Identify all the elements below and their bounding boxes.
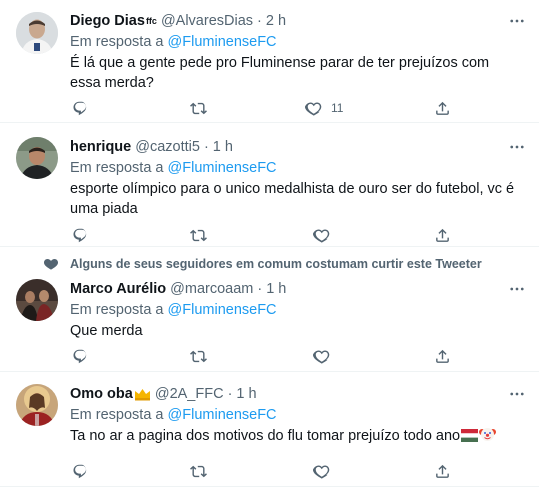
- author-name[interactable]: Diego Dias: [70, 13, 145, 29]
- retweet-button[interactable]: [190, 98, 207, 118]
- tweet-header: Marco Aurélio @marcoaam · 1 h: [70, 279, 523, 299]
- separator: ·: [257, 13, 262, 29]
- reply-context: Em resposta a @FluminenseFC: [70, 32, 523, 52]
- like-button[interactable]: 11: [305, 98, 343, 118]
- reply-prefix: Em resposta a: [70, 34, 164, 50]
- mention-link[interactable]: @FluminenseFC: [168, 160, 277, 176]
- separator: ·: [203, 139, 209, 155]
- name-badge: ffc: [145, 16, 157, 26]
- share-button[interactable]: [434, 461, 451, 481]
- more-horizontal-icon[interactable]: [507, 384, 527, 404]
- author-handle[interactable]: @marcoaam: [170, 281, 253, 297]
- reply-icon: [72, 348, 89, 365]
- timestamp[interactable]: 1 h: [213, 139, 233, 155]
- avatar[interactable]: [16, 384, 58, 426]
- author-handle[interactable]: @AlvaresDias: [161, 13, 253, 29]
- tweet-header: Diego Dias ffc @AlvaresDias · 2 h: [70, 11, 523, 31]
- reply-button[interactable]: [72, 225, 89, 245]
- share-icon: [434, 227, 451, 244]
- action-bar: [70, 461, 450, 481]
- like-button[interactable]: [313, 225, 330, 245]
- action-bar: [70, 225, 450, 245]
- tweet-text: É lá que a gente pede pro Fluminense par…: [70, 55, 490, 91]
- reply-button[interactable]: [72, 461, 89, 481]
- like-count: 11: [331, 101, 344, 115]
- reply-context: Em resposta a @FluminenseFC: [70, 300, 523, 320]
- reply-icon: [72, 100, 89, 117]
- reply-prefix: Em resposta a: [70, 160, 164, 176]
- retweet-icon: [190, 463, 207, 480]
- flag-hungary-icon: [461, 429, 479, 442]
- author-name[interactable]: henrique: [70, 139, 131, 155]
- timestamp[interactable]: 1 h: [236, 386, 256, 402]
- author-handle[interactable]: @cazotti5: [135, 139, 200, 155]
- tweet[interactable]: Omo oba @2A_FFC · 1 h Em resposta a @Flu…: [0, 372, 539, 487]
- share-button[interactable]: [434, 225, 451, 245]
- social-context: Alguns de seus seguidores em comum costu…: [44, 257, 482, 271]
- mention-link[interactable]: @FluminenseFC: [168, 34, 277, 50]
- tweet[interactable]: Diego Dias ffc @AlvaresDias · 2 h Em res…: [0, 0, 539, 123]
- share-icon: [434, 100, 451, 117]
- more-horizontal-icon[interactable]: [507, 11, 527, 31]
- tweet-text: Que merda: [70, 323, 143, 339]
- tweet-text: Ta no ar a pagina dos motivos do flu tom…: [70, 428, 461, 444]
- author-name[interactable]: Omo oba: [70, 386, 133, 402]
- heart-filled-icon: [44, 258, 58, 270]
- avatar[interactable]: [16, 279, 58, 321]
- tweet-text-row: Ta no ar a pagina dos motivos do flu tom…: [70, 426, 523, 446]
- mention-link[interactable]: @FluminenseFC: [168, 302, 277, 318]
- retweet-icon: [190, 100, 207, 117]
- tweet[interactable]: henrique @cazotti5 · 1 h Em resposta a @…: [0, 123, 539, 247]
- crown-icon: [134, 388, 150, 400]
- author-handle[interactable]: @2A_FFC: [155, 386, 224, 402]
- avatar[interactable]: [16, 137, 58, 179]
- timestamp[interactable]: 2 h: [266, 13, 286, 29]
- timestamp[interactable]: 1 h: [266, 281, 286, 297]
- retweet-button[interactable]: [190, 225, 207, 245]
- tweet-header: Omo oba @2A_FFC · 1 h: [70, 384, 523, 404]
- tweet-body: Marco Aurélio @marcoaam · 1 h Em respost…: [70, 279, 523, 341]
- share-icon: [434, 348, 451, 365]
- social-context-text: Alguns de seus seguidores em comum costu…: [70, 257, 482, 271]
- tweet-body: Diego Dias ffc @AlvaresDias · 2 h Em res…: [70, 11, 523, 93]
- heart-icon: [313, 463, 330, 480]
- reply-icon: [72, 227, 89, 244]
- heart-icon: [313, 227, 330, 244]
- reply-prefix: Em resposta a: [70, 407, 164, 423]
- tweet-header: henrique @cazotti5 · 1 h: [70, 137, 523, 157]
- reply-feed: Diego Dias ffc @AlvaresDias · 2 h Em res…: [0, 0, 539, 487]
- tweet[interactable]: Alguns de seus seguidores em comum costu…: [0, 247, 539, 372]
- author-name[interactable]: Marco Aurélio: [70, 281, 166, 297]
- clown-face-icon: [479, 428, 497, 441]
- retweet-icon: [190, 348, 207, 365]
- share-icon: [434, 463, 451, 480]
- like-button[interactable]: [313, 346, 330, 366]
- retweet-button[interactable]: [190, 461, 207, 481]
- action-bar: [70, 346, 450, 366]
- more-horizontal-icon[interactable]: [507, 137, 527, 157]
- tweet-text: esporte olímpico para o unico medalhista…: [70, 181, 515, 217]
- mention-link[interactable]: @FluminenseFC: [168, 407, 277, 423]
- reply-button[interactable]: [72, 346, 89, 366]
- tweet-body: Omo oba @2A_FFC · 1 h Em resposta a @Flu…: [70, 384, 523, 446]
- reply-context: Em resposta a @FluminenseFC: [70, 405, 523, 425]
- action-bar: 11: [70, 98, 450, 118]
- separator: ·: [257, 281, 263, 297]
- separator: ·: [227, 386, 233, 402]
- heart-icon: [313, 348, 330, 365]
- more-horizontal-icon[interactable]: [507, 279, 527, 299]
- like-button[interactable]: [313, 461, 330, 481]
- reply-icon: [72, 463, 89, 480]
- reply-prefix: Em resposta a: [70, 302, 164, 318]
- avatar[interactable]: [16, 12, 58, 54]
- tweet-body: henrique @cazotti5 · 1 h Em resposta a @…: [70, 137, 523, 219]
- heart-icon: [305, 100, 322, 117]
- share-button[interactable]: [434, 346, 451, 366]
- reply-button[interactable]: [72, 98, 89, 118]
- reply-context: Em resposta a @FluminenseFC: [70, 158, 523, 178]
- retweet-icon: [190, 227, 207, 244]
- share-button[interactable]: [434, 98, 451, 118]
- retweet-button[interactable]: [190, 346, 207, 366]
